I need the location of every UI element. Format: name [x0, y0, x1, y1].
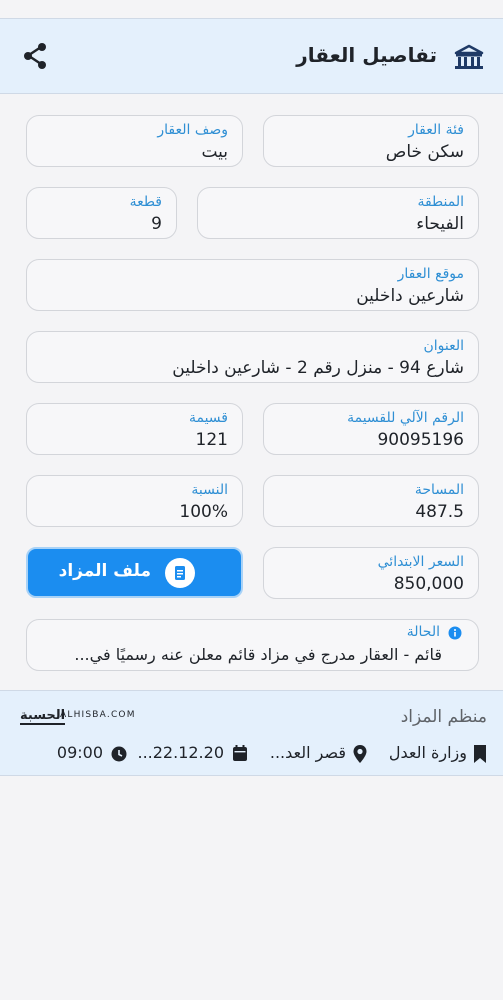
page-title: تفاصيل العقار	[296, 43, 437, 67]
bookmark-icon	[474, 745, 486, 763]
status-field[interactable]: الحالة قائم - العقار مدرج في مزاد قائم م…	[26, 619, 479, 671]
starting-price-field: السعر الابتدائي 850,000	[263, 547, 479, 599]
address-field: العنوان شارع 94 - منزل رقم 2 - شارعين دا…	[26, 331, 479, 383]
organizer-ministry: وزارة العدل	[367, 743, 487, 765]
alhisba-logo: الحسبة ALHISBA.COM	[20, 708, 142, 726]
building-icon	[454, 44, 484, 69]
field-value: 121	[195, 430, 228, 450]
property-location-field: موقع العقار شارعين داخلين	[26, 259, 479, 311]
field-label: فئة العقار	[408, 122, 464, 138]
percentage-field: النسبة 100%	[26, 475, 243, 527]
field-label: النسبة	[191, 482, 228, 498]
place-text: قصر العد...	[269, 743, 346, 762]
field-value: شارعين داخلين	[356, 286, 464, 306]
field-value: سكن خاص	[385, 142, 464, 162]
time-text: 09:00	[56, 743, 103, 762]
field-label: وصف العقار	[157, 122, 228, 138]
logo-arabic: الحسبة	[20, 708, 66, 725]
info-icon	[448, 626, 462, 640]
status-label: الحالة	[406, 624, 440, 640]
auction-file-label: ملف المزاد	[58, 561, 151, 581]
auction-file-button[interactable]: ملف المزاد	[26, 547, 243, 598]
calendar-icon	[233, 745, 247, 761]
field-value: الفيحاء	[416, 214, 464, 234]
field-value: بيت	[201, 142, 228, 162]
size-field: المساحة 487.5	[263, 475, 479, 527]
plot-auto-number-field: الرقم الآلي للقسيمة 90095196	[263, 403, 479, 455]
logo-english: ALHISBA.COM	[60, 710, 136, 720]
document-icon	[165, 558, 195, 588]
plot-field: قسيمة 121	[26, 403, 243, 455]
field-value: 9	[151, 214, 162, 234]
field-label: الرقم الآلي للقسيمة	[347, 410, 464, 426]
field-label: المنطقة	[417, 194, 464, 210]
field-label: العنوان	[423, 338, 464, 354]
app-header: تفاصيل العقار	[0, 18, 503, 94]
field-label: قطعة	[129, 194, 162, 210]
clock-icon	[111, 746, 127, 762]
field-value: 90095196	[377, 430, 464, 450]
auction-date: 22.12.20...	[130, 743, 248, 765]
field-label: قسيمة	[188, 410, 228, 426]
status-text: قائم - العقار مدرج في مزاد قائم معلن عنه…	[74, 645, 442, 664]
field-value: 487.5	[415, 502, 464, 522]
field-label: موقع العقار	[397, 266, 464, 282]
property-category-field: فئة العقار سكن خاص	[263, 115, 479, 167]
auction-time: 09:00	[55, 743, 127, 765]
organizer-title: منظم المزاد	[400, 707, 487, 727]
field-label: المساحة	[414, 482, 464, 498]
field-value: شارع 94 - منزل رقم 2 - شارعين داخلين	[172, 358, 464, 378]
field-value: 850,000	[393, 574, 464, 594]
ministry-text: وزارة العدل	[388, 743, 467, 762]
property-description-field: وصف العقار بيت	[26, 115, 243, 167]
location-pin-icon	[353, 745, 367, 763]
region-field: المنطقة الفيحاء	[197, 187, 479, 239]
block-field: قطعة 9	[26, 187, 177, 239]
field-value: 100%	[179, 502, 228, 522]
field-label: السعر الابتدائي	[377, 554, 464, 570]
date-text: 22.12.20...	[137, 743, 224, 762]
organizer-place: قصر العد...	[258, 743, 368, 765]
share-icon[interactable]	[22, 42, 48, 70]
